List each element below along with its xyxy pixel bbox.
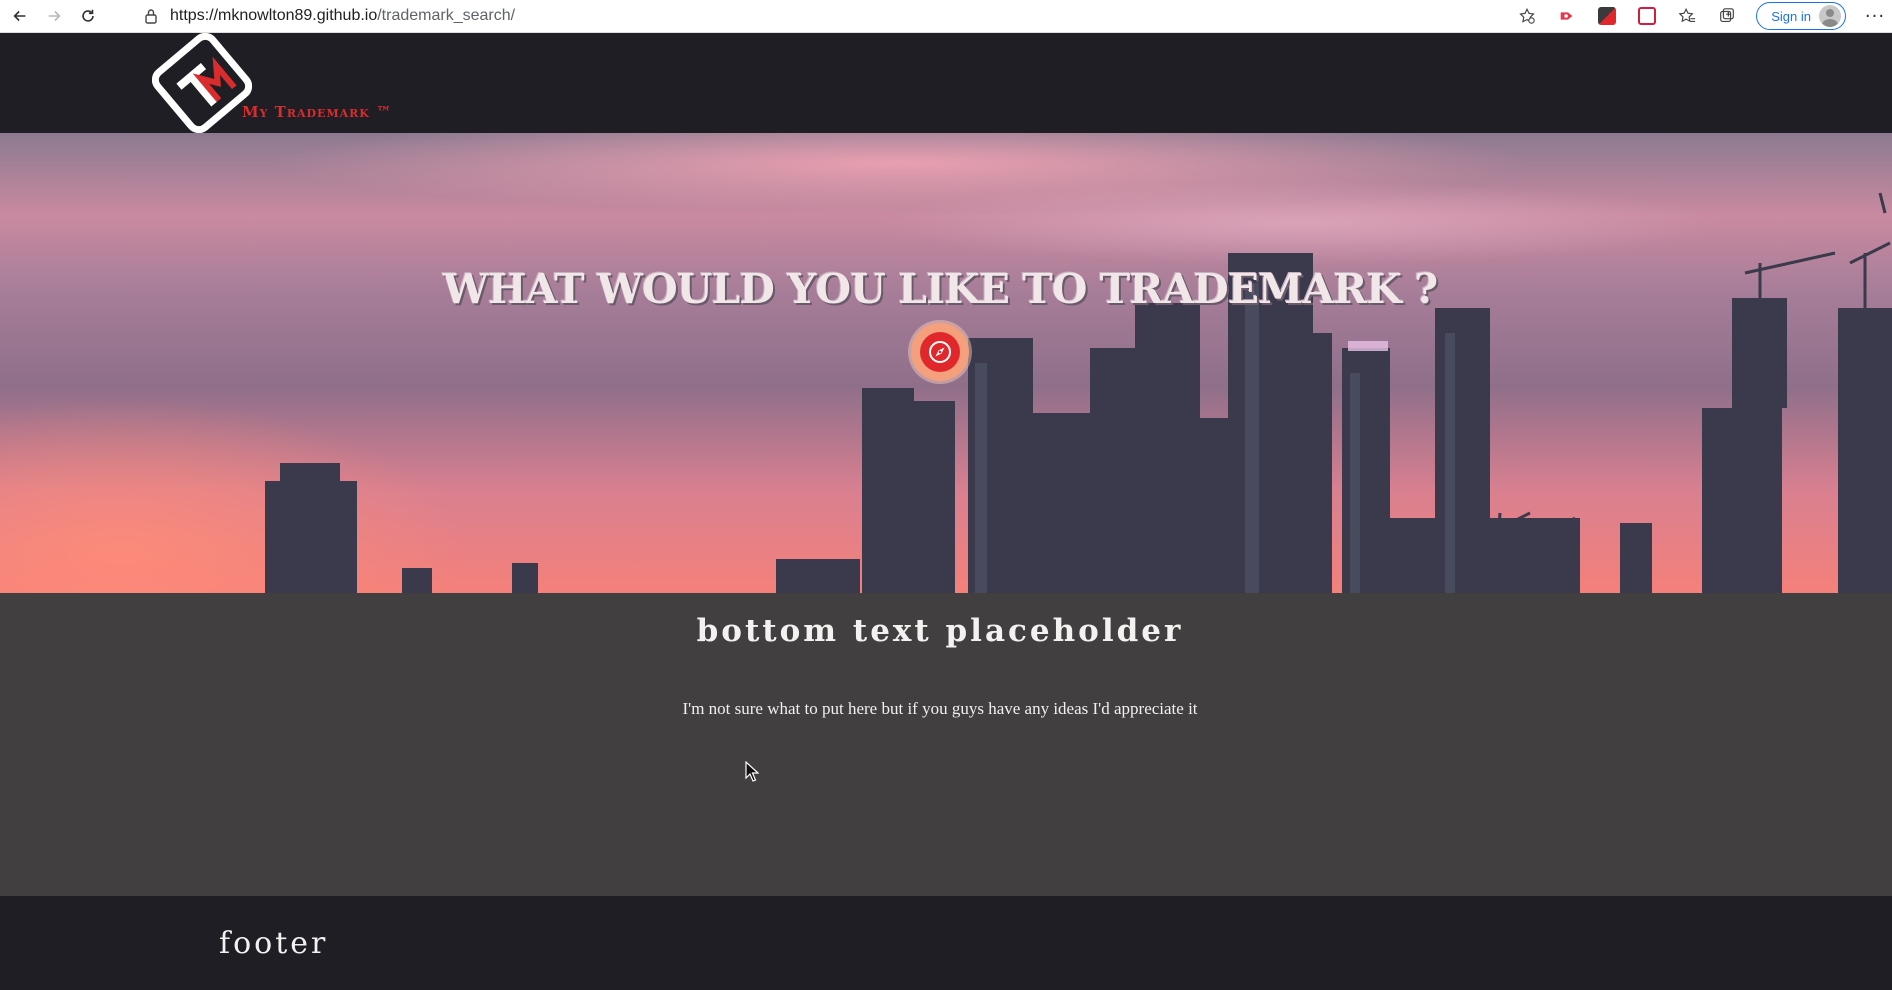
address-url: https://mknowlton89.github.io/trademark_… — [170, 7, 515, 25]
mouse-cursor-icon — [745, 761, 759, 782]
content-section: bottom text placeholder I'm not sure wha… — [0, 593, 1892, 896]
logo-text: My Trademark ™ — [242, 103, 393, 121]
add-favorite-button[interactable] — [1516, 5, 1538, 27]
refresh-icon — [82, 9, 94, 22]
extension-button-2[interactable] — [1596, 5, 1618, 27]
forward-button[interactable] — [40, 2, 68, 30]
back-button[interactable] — [6, 2, 34, 30]
sign-in-button[interactable]: Sign in — [1756, 2, 1846, 30]
collections-icon — [1720, 8, 1735, 22]
search-button[interactable] — [911, 323, 969, 381]
back-icon — [13, 10, 26, 22]
profile-icon — [1819, 5, 1841, 27]
site-footer: footer — [0, 896, 1892, 990]
refresh-button[interactable] — [74, 2, 102, 30]
favorites-icon — [1678, 7, 1696, 23]
more-button[interactable]: ··· — [1864, 5, 1886, 27]
extension-icon — [1638, 7, 1657, 25]
extension-icon — [1598, 7, 1617, 25]
favorites-button[interactable] — [1676, 5, 1698, 27]
extension-button-3[interactable] — [1636, 5, 1658, 27]
sign-in-label: Sign in — [1771, 8, 1811, 24]
site-logo[interactable]: My Trademark ™ — [151, 32, 402, 134]
browser-toolbar: https://mknowlton89.github.io/trademark_… — [0, 0, 1892, 33]
extension-button-1[interactable] — [1556, 5, 1578, 27]
more-icon: ··· — [1864, 5, 1886, 27]
compass-icon — [929, 341, 951, 363]
content-body: I'm not sure what to put here but if you… — [682, 699, 1198, 718]
lock-icon — [145, 9, 157, 24]
url-host: https://mknowlton89.github.io — [170, 7, 378, 24]
collections-button[interactable] — [1716, 5, 1738, 27]
footer-text: footer — [219, 926, 329, 961]
tm-logo-icon — [151, 32, 253, 134]
extension-icon — [1560, 12, 1573, 20]
search-button-inner — [920, 332, 960, 372]
address-bar[interactable]: https://mknowlton89.github.io/trademark_… — [144, 3, 1484, 29]
add-favorite-icon — [1519, 7, 1535, 24]
url-path: /trademark_search/ — [377, 7, 516, 24]
site-header: My Trademark ™ — [0, 32, 1892, 134]
hero-title: WHAT WOULD YOU LIKE TO TRADEMARK ? — [442, 265, 1438, 313]
content-heading: bottom text placeholder — [696, 613, 1184, 649]
hero-banner: WHAT WOULD YOU LIKE TO TRADEMARK ? — [0, 133, 1892, 593]
forward-icon — [48, 10, 61, 22]
